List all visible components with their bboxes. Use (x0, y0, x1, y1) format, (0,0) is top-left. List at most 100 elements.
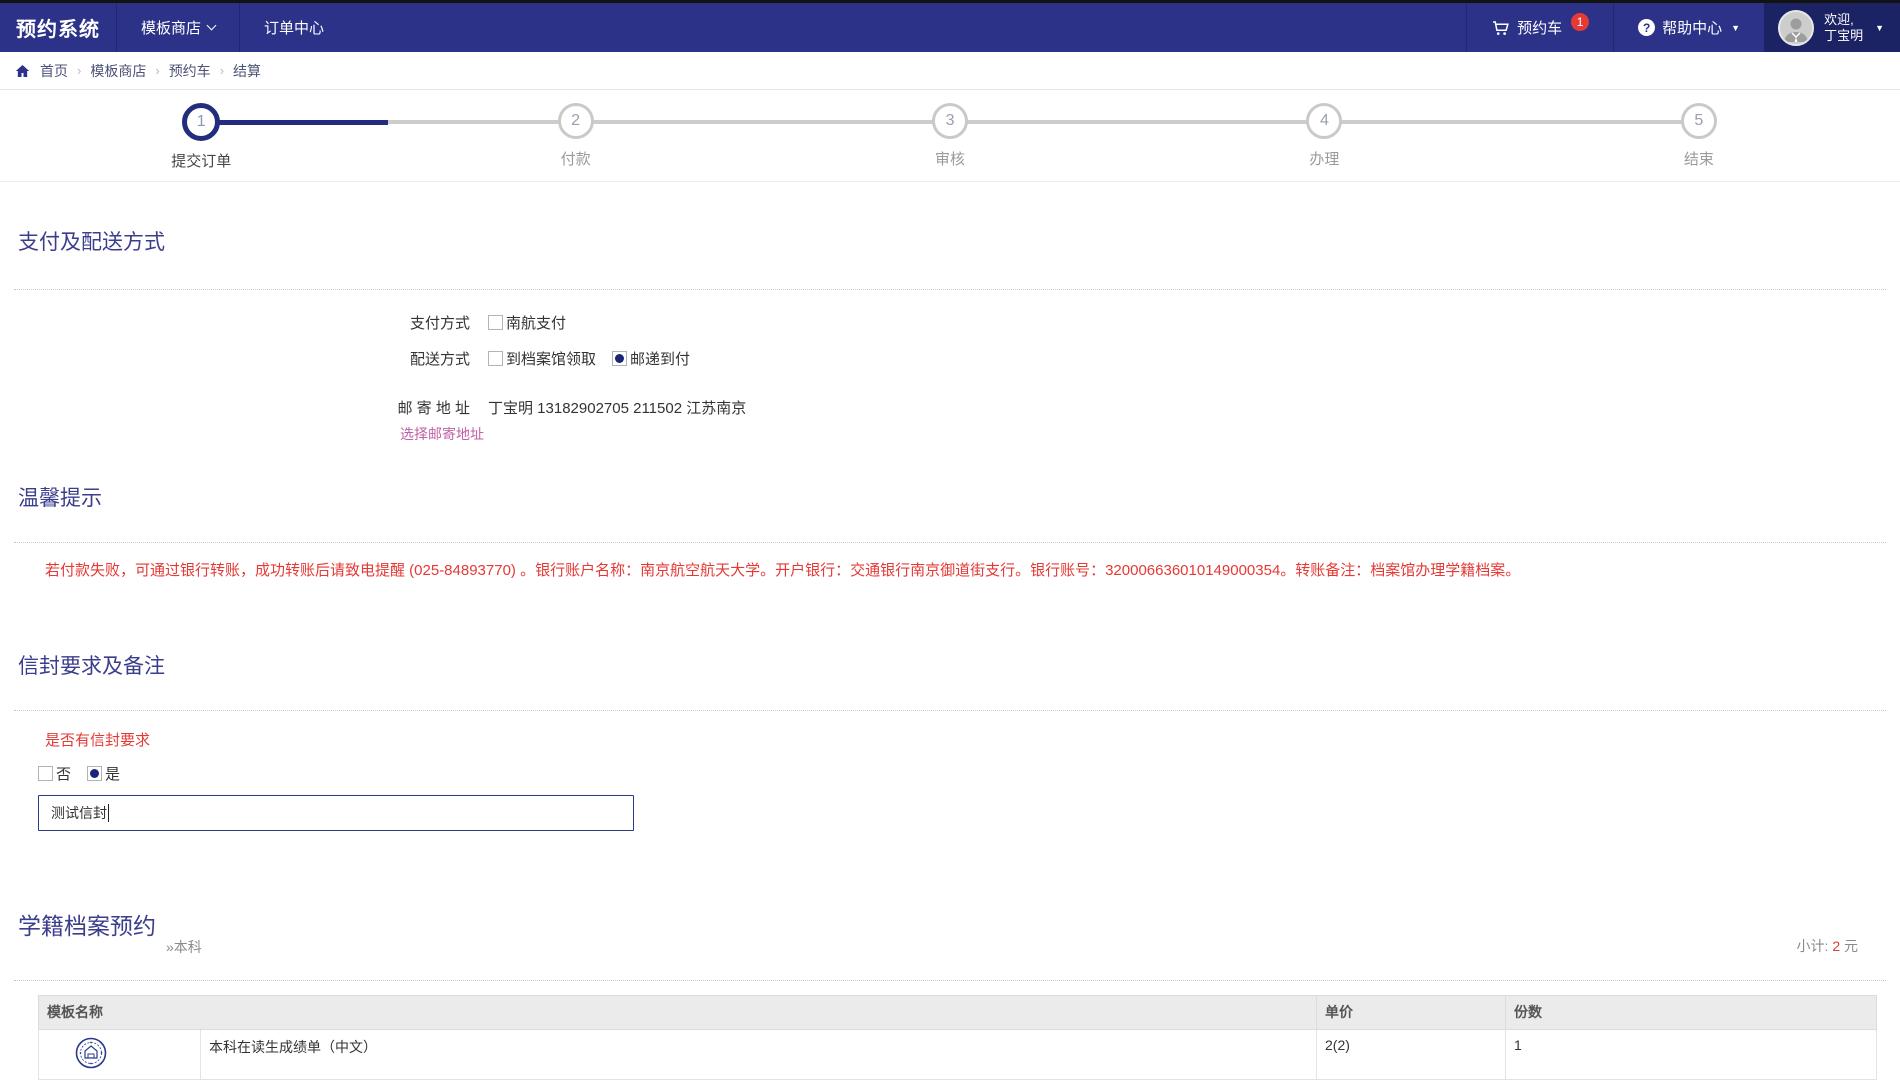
col-header-copies: 份数 (1506, 995, 1877, 1029)
step-review: 3 审核 (763, 103, 1137, 171)
progress-line (1324, 120, 1511, 124)
mailing-address-row: 邮 寄 地 址 丁宝明 13182902705 211502 江苏南京 (0, 397, 1900, 418)
step-circle: 1 (182, 103, 220, 141)
order-section-title: 学籍档案预约 (18, 907, 156, 941)
payment-method-label: 支付方式 (0, 312, 470, 333)
envelope-options: 否 是 (38, 763, 1900, 784)
step-label: 办理 (1309, 148, 1339, 169)
option-archive-pickup[interactable]: 到档案馆领取 (488, 348, 596, 369)
envelope-section-header: 信封要求及备注 (14, 582, 1886, 711)
school-seal-icon (75, 1037, 107, 1069)
cart-label: 预约车 (1517, 17, 1562, 38)
option-label: 南航支付 (506, 312, 566, 333)
step-finish: 5 结束 (1512, 103, 1886, 171)
step-label: 结束 (1684, 148, 1714, 169)
breadcrumb-separator: › (220, 63, 224, 78)
option-no-envelope[interactable]: 否 (38, 763, 71, 784)
checkbox-archive-pickup[interactable] (488, 351, 503, 366)
envelope-section: 信封要求及备注 是否有信封要求 否 是 (0, 582, 1900, 831)
envelope-note-input[interactable] (38, 795, 634, 831)
option-label: 到档案馆领取 (506, 348, 596, 369)
cart-count-badge: 1 (1571, 13, 1589, 31)
payment-section-header: 支付及配送方式 (14, 182, 1886, 290)
progress-line (763, 120, 950, 124)
progress-line (388, 120, 575, 124)
shipping-method-row: 配送方式 到档案馆领取 邮递到付 (0, 348, 1900, 369)
home-icon[interactable] (14, 63, 31, 79)
checkbox-mail-cod[interactable] (612, 351, 627, 366)
step-process: 4 办理 (1137, 103, 1511, 171)
bank-transfer-warning-text: 若付款失败，可通过银行转账，成功转账后请致电提醒 (025-84893770) … (45, 560, 1886, 582)
order-section-subtitle: »本科 (166, 937, 202, 957)
checkbox-yes-envelope[interactable] (87, 766, 102, 781)
mailing-address-value: 丁宝明 13182902705 211502 江苏南京 (488, 397, 746, 418)
chevron-down-icon (207, 21, 217, 31)
help-label: 帮助中心 (1662, 17, 1722, 38)
breadcrumb-template-store[interactable]: 模板商店 (90, 61, 146, 81)
person-icon (1780, 12, 1812, 44)
envelope-section-title: 信封要求及备注 (18, 650, 165, 680)
text-cursor (108, 804, 109, 822)
user-greeting-block: 欢迎, 丁宝明 (1824, 12, 1863, 44)
copies-cell: 1 (1506, 1029, 1877, 1079)
subtotal-label: 小计: (1797, 938, 1829, 954)
checkbox-nuaa-pay[interactable] (488, 315, 503, 330)
cart-button[interactable]: 预约车 1 (1466, 3, 1613, 52)
breadcrumb-separator: › (155, 63, 159, 78)
nav-order-center[interactable]: 订单中心 (239, 3, 348, 52)
step-label: 提交订单 (171, 150, 231, 171)
shipping-method-label: 配送方式 (0, 348, 470, 369)
progress-line (950, 120, 1137, 124)
help-center-button[interactable]: ? 帮助中心 ▼ (1613, 3, 1764, 52)
progress-line (1512, 120, 1699, 124)
breadcrumb-cart[interactable]: 预约车 (169, 61, 211, 81)
payment-shipping-section: 支付及配送方式 支付方式 南航支付 配送方式 到档案馆领取 邮递到付 邮 寄 地… (0, 182, 1900, 444)
tips-section: 温馨提示 若付款失败，可通过银行转账，成功转账后请致电提醒 (025-84893… (0, 444, 1900, 582)
step-circle: 5 (1681, 103, 1717, 139)
progress-line (1137, 120, 1324, 124)
breadcrumb: 首页 › 模板商店 › 预约车 › 结算 (0, 52, 1900, 90)
option-nuaa-pay[interactable]: 南航支付 (488, 312, 566, 333)
breadcrumb-checkout: 结算 (233, 61, 261, 81)
user-menu[interactable]: 欢迎, 丁宝明 ▼ (1764, 3, 1900, 52)
cart-icon (1491, 19, 1510, 37)
nav-template-store[interactable]: 模板商店 (116, 3, 239, 52)
payment-method-row: 支付方式 南航支付 (0, 312, 1900, 333)
envelope-note-field (38, 795, 634, 831)
checkbox-no-envelope[interactable] (38, 766, 53, 781)
user-greeting: 欢迎, (1824, 12, 1863, 28)
choose-address-link[interactable]: 选择邮寄地址 (400, 426, 484, 442)
col-header-template-name: 模板名称 (39, 995, 1317, 1029)
address-link-row: 选择邮寄地址 (0, 424, 484, 444)
order-section-header: 学籍档案预约 »本科 小计: 2 元 (14, 831, 1886, 981)
step-submit-order: 1 提交订单 (14, 103, 388, 171)
nav-order-center-label: 订单中心 (264, 17, 324, 38)
template-thumbnail-cell (39, 1029, 201, 1079)
navbar-right: 预约车 1 ? 帮助中心 ▼ 欢迎, 丁宝明 ▼ (1466, 3, 1900, 52)
step-payment: 2 付款 (388, 103, 762, 171)
step-circle: 2 (558, 103, 594, 139)
step-label: 付款 (561, 148, 591, 169)
caret-down-icon: ▼ (1875, 23, 1884, 33)
unit-price-cell: 2(2) (1317, 1029, 1506, 1079)
table-row: 本科在读生成绩单（中文） 2(2) 1 (39, 1029, 1877, 1079)
step-circle: 4 (1306, 103, 1342, 139)
step-circle: 3 (932, 103, 968, 139)
col-header-unit-price: 单价 (1317, 995, 1506, 1029)
tips-section-title: 温馨提示 (18, 482, 102, 512)
avatar (1778, 10, 1814, 46)
breadcrumb-home[interactable]: 首页 (40, 61, 68, 81)
option-label: 邮递到付 (630, 348, 690, 369)
option-yes-envelope[interactable]: 是 (87, 763, 120, 784)
option-mail-cod[interactable]: 邮递到付 (612, 348, 690, 369)
mailing-address-label: 邮 寄 地 址 (0, 397, 470, 418)
caret-down-icon: ▼ (1731, 23, 1740, 33)
option-label: 否 (56, 763, 71, 784)
tips-section-header: 温馨提示 (14, 444, 1886, 543)
payment-section-title: 支付及配送方式 (18, 226, 165, 256)
table-header-row: 模板名称 单价 份数 (39, 995, 1877, 1029)
template-name-cell: 本科在读生成绩单（中文） (201, 1029, 1317, 1079)
nav-template-store-label: 模板商店 (141, 17, 201, 38)
app-brand[interactable]: 预约系统 (0, 3, 116, 52)
order-items-table: 模板名称 单价 份数 (38, 995, 1877, 1080)
